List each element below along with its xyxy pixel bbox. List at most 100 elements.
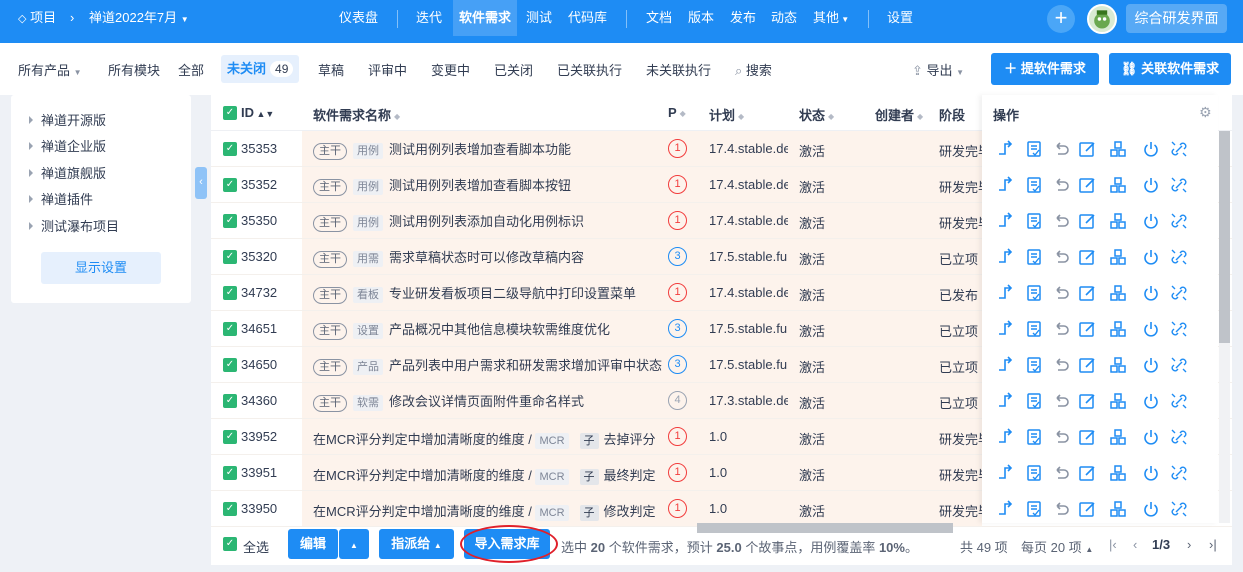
story-id[interactable]: 35320	[241, 249, 277, 264]
tree-item[interactable]: 禅道插件	[29, 189, 93, 208]
display-settings-button[interactable]: 显示设置	[41, 252, 161, 284]
nav-iteration[interactable]: 迭代	[416, 0, 442, 36]
close-icon[interactable]	[1142, 500, 1160, 518]
story-id[interactable]: 35350	[241, 213, 277, 228]
nav-repo[interactable]: 代码库	[568, 0, 607, 36]
close-icon[interactable]	[1142, 356, 1160, 374]
story-title[interactable]: 修改判定	[604, 504, 656, 519]
scroll-thumb[interactable]	[1219, 131, 1230, 343]
plan-cell[interactable]: 1.0	[709, 429, 788, 444]
story-id[interactable]: 35353	[241, 141, 277, 156]
plan-cell[interactable]: 17.5.stable.fu	[709, 321, 788, 336]
expand-arrow-icon[interactable]	[29, 169, 33, 177]
edit-icon[interactable]	[1078, 356, 1096, 374]
batch-edit-button[interactable]: 编辑	[288, 529, 338, 559]
change-icon[interactable]	[996, 320, 1014, 338]
project-switcher[interactable]: 禅道2022年7月 ▼	[89, 0, 189, 36]
column-name[interactable]: 软件需求名称 ◆	[313, 105, 400, 124]
select-all-checkbox[interactable]: ✓	[223, 537, 237, 551]
story-title[interactable]: 测试用例列表增加查看脚本按钮	[389, 178, 571, 193]
recall-icon[interactable]	[1052, 284, 1070, 302]
review-icon[interactable]	[1025, 428, 1043, 446]
user-avatar[interactable]	[1087, 4, 1117, 34]
edit-icon[interactable]	[1078, 428, 1096, 446]
unlink-icon[interactable]	[1170, 500, 1188, 518]
edit-icon[interactable]	[1078, 320, 1096, 338]
review-icon[interactable]	[1025, 500, 1043, 518]
tab-linked-execution[interactable]: 已关联执行	[557, 60, 622, 79]
create-case-icon[interactable]	[1109, 428, 1127, 446]
row-checkbox[interactable]: ✓	[223, 178, 237, 192]
tab-closed[interactable]: 已关闭	[494, 60, 533, 79]
review-icon[interactable]	[1025, 284, 1043, 302]
row-checkbox[interactable]: ✓	[223, 394, 237, 408]
close-icon[interactable]	[1142, 248, 1160, 266]
recall-icon[interactable]	[1052, 428, 1070, 446]
recall-icon[interactable]	[1052, 464, 1070, 482]
tree-item[interactable]: 测试瀑布项目	[29, 216, 119, 235]
expand-arrow-icon[interactable]	[29, 222, 33, 230]
export-menu[interactable]: ⇪ 导出 ▼	[912, 60, 964, 79]
edit-icon[interactable]	[1078, 464, 1096, 482]
tree-item[interactable]: 禅道企业版	[29, 136, 106, 155]
review-icon[interactable]	[1025, 212, 1043, 230]
tree-item[interactable]: 禅道旗舰版	[29, 163, 106, 182]
create-case-icon[interactable]	[1109, 176, 1127, 194]
tree-item[interactable]: 禅道开源版	[29, 110, 106, 129]
story-title[interactable]: 需求草稿状态时可以修改草稿内容	[389, 250, 584, 265]
row-checkbox[interactable]: ✓	[223, 430, 237, 444]
nav-dynamic[interactable]: 动态	[771, 0, 797, 36]
recall-icon[interactable]	[1052, 356, 1070, 374]
review-icon[interactable]	[1025, 392, 1043, 410]
recall-icon[interactable]	[1052, 248, 1070, 266]
plan-cell[interactable]: 17.4.stable.de	[709, 285, 788, 300]
unlink-icon[interactable]	[1170, 356, 1188, 374]
create-case-icon[interactable]	[1109, 320, 1127, 338]
story-id[interactable]: 34650	[241, 357, 277, 372]
create-case-icon[interactable]	[1109, 392, 1127, 410]
page-size-select[interactable]: 每页 20 项 ▲	[1021, 537, 1093, 556]
story-title[interactable]: 产品概况中其他信息模块软需维度优化	[389, 322, 610, 337]
vertical-scrollbar[interactable]	[1219, 131, 1230, 523]
create-case-icon[interactable]	[1109, 500, 1127, 518]
create-case-icon[interactable]	[1109, 212, 1127, 230]
row-checkbox[interactable]: ✓	[223, 286, 237, 300]
quick-create-button[interactable]: +	[1047, 5, 1075, 33]
story-title[interactable]: 产品列表中用户需求和研发需求增加评审中状态	[389, 358, 662, 373]
story-title[interactable]: 测试用例列表增加查看脚本功能	[389, 142, 571, 157]
story-title[interactable]: 修改会议详情页面附件重命名样式	[389, 394, 584, 409]
integrated-dev-button[interactable]: 综合研发界面	[1126, 4, 1227, 33]
change-icon[interactable]	[996, 176, 1014, 194]
edit-icon[interactable]	[1078, 176, 1096, 194]
column-creator[interactable]: 创建者 ◆	[875, 105, 923, 124]
collapse-sidebar-button[interactable]: ‹	[195, 167, 207, 199]
plan-cell[interactable]: 17.4.stable.de	[709, 141, 788, 156]
module-filter[interactable]: 所有模块	[108, 60, 160, 79]
unlink-icon[interactable]	[1170, 284, 1188, 302]
column-id[interactable]: ID ▲▼	[241, 105, 274, 120]
story-id[interactable]: 34651	[241, 321, 277, 336]
column-status[interactable]: 状态 ◆	[799, 105, 834, 124]
create-case-icon[interactable]	[1109, 464, 1127, 482]
edit-icon[interactable]	[1078, 500, 1096, 518]
review-icon[interactable]	[1025, 248, 1043, 266]
column-plan[interactable]: 计划 ◆	[709, 105, 744, 124]
change-icon[interactable]	[996, 392, 1014, 410]
next-page-button[interactable]: ›	[1187, 537, 1191, 552]
review-icon[interactable]	[1025, 320, 1043, 338]
change-icon[interactable]	[996, 356, 1014, 374]
edit-icon[interactable]	[1078, 392, 1096, 410]
edit-icon[interactable]	[1078, 140, 1096, 158]
unlink-icon[interactable]	[1170, 464, 1188, 482]
nav-settings[interactable]: 设置	[887, 0, 913, 36]
expand-arrow-icon[interactable]	[29, 195, 33, 203]
prev-page-button[interactable]: ‹	[1133, 537, 1137, 552]
nav-story[interactable]: 软件需求	[453, 0, 518, 36]
link-story-button[interactable]: ⛓ 关联软件需求	[1109, 53, 1231, 85]
tab-all[interactable]: 全部	[178, 60, 204, 79]
plan-cell[interactable]: 17.5.stable.fu	[709, 249, 788, 264]
recall-icon[interactable]	[1052, 320, 1070, 338]
close-icon[interactable]	[1142, 392, 1160, 410]
tab-unclosed[interactable]: 未关闭 49	[221, 55, 300, 83]
row-checkbox[interactable]: ✓	[223, 214, 237, 228]
